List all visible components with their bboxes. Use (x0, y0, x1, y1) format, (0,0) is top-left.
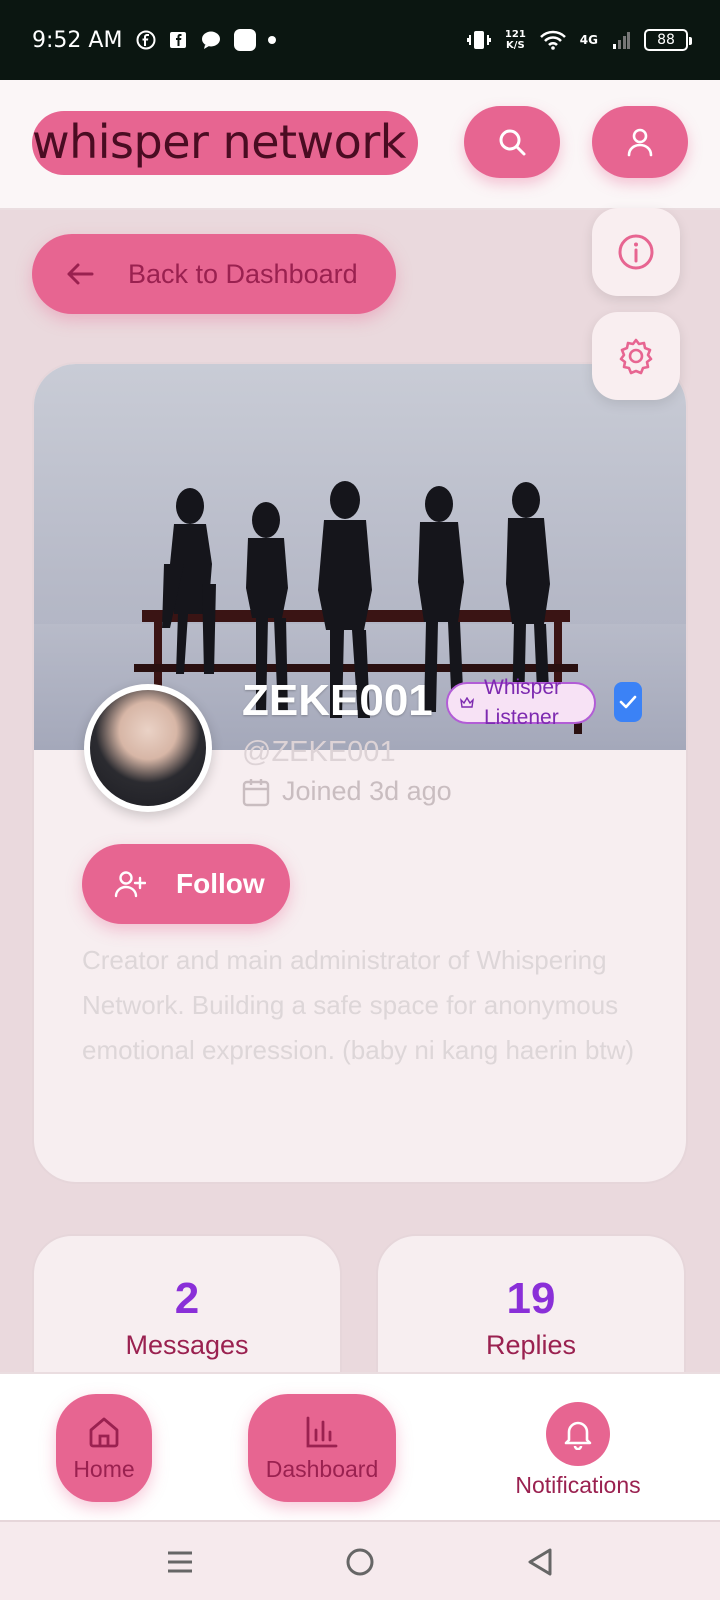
arrow-left-icon (67, 263, 94, 285)
calendar-icon (242, 778, 270, 806)
battery-level: 88 (657, 32, 675, 48)
circle-home-icon (346, 1548, 374, 1576)
nav-dashboard-label: Dashboard (265, 1455, 379, 1482)
nav-dashboard[interactable]: Dashboard (248, 1394, 396, 1502)
home-system-button[interactable] (340, 1542, 380, 1582)
bar-chart-icon (306, 1416, 338, 1447)
gear-icon (619, 338, 653, 375)
stat-messages-label: Messages (125, 1330, 249, 1360)
nav-home[interactable]: Home (56, 1394, 152, 1502)
user-icon (627, 128, 653, 157)
stat-replies-label: Replies (485, 1330, 577, 1360)
status-time: 9:52 AM (32, 27, 123, 53)
back-to-dashboard-button[interactable]: Back to Dashboard (32, 234, 396, 314)
profile-bio: Creator and main administrator of Whispe… (82, 945, 635, 1065)
more-dot-icon (268, 36, 277, 44)
role-badge-label: Whisper Listener (484, 676, 562, 729)
wifi-icon (539, 30, 566, 50)
profile-card: ZEKE001 Whisper Listener @ZEKE001 Joined… (32, 362, 688, 1184)
menu-icon (168, 1551, 192, 1573)
crown-icon (460, 697, 474, 708)
avatar-image (90, 690, 206, 806)
info-button[interactable] (592, 208, 680, 296)
facebook-icon (136, 30, 156, 50)
recents-button[interactable] (160, 1542, 200, 1582)
system-navigation (0, 1520, 720, 1600)
battery-indicator: 88 (644, 29, 692, 51)
info-icon (618, 234, 654, 270)
nav-home-label: Home (73, 1455, 135, 1482)
vibrate-icon (466, 31, 491, 49)
back-button-label: Back to Dashboard (128, 258, 358, 289)
user-plus-icon (114, 871, 146, 898)
settings-button[interactable] (592, 312, 680, 400)
search-icon (499, 129, 526, 156)
stat-messages-value: 2 (174, 1274, 200, 1323)
brand-logo[interactable]: whisper network (32, 111, 418, 175)
follow-button[interactable]: Follow (82, 844, 290, 924)
bell-icon (564, 1421, 592, 1450)
avatar[interactable] (84, 684, 212, 812)
joined-text: Joined 3d ago (282, 776, 452, 806)
check-icon (619, 695, 637, 709)
speed-value: 121 (504, 29, 526, 40)
status-right: 121 K/S 4G 88 (466, 29, 692, 51)
profile-username: ZEKE001 (242, 676, 433, 725)
notification-icons (136, 29, 277, 51)
app-header: whisper network (0, 80, 720, 210)
network-speed: 121 K/S (505, 29, 526, 51)
nav-notifications-label: Notifications (515, 1471, 641, 1498)
profile-handle: @ZEKE001 (242, 736, 396, 768)
back-system-button[interactable] (520, 1542, 560, 1582)
follow-button-label: Follow (176, 868, 265, 899)
speed-unit: K/S (506, 40, 525, 51)
search-button[interactable] (464, 106, 560, 178)
signal-icon (613, 32, 630, 49)
home-icon (89, 1417, 119, 1447)
triangle-back-icon (528, 1548, 552, 1576)
app-square-icon (234, 29, 257, 51)
bell-circle (546, 1401, 610, 1466)
joined-date: Joined 3d ago (242, 776, 452, 807)
stat-replies-value: 19 (506, 1274, 556, 1323)
nav-notifications[interactable]: Notifications (500, 1398, 656, 1502)
network-type: 4G (579, 33, 598, 47)
verified-badge (614, 682, 642, 722)
messenger-icon (202, 31, 221, 49)
facebook-square-icon (170, 32, 187, 48)
status-bar: 9:52 AM 121 K/S 4G 88 (0, 0, 720, 80)
profile-button[interactable] (592, 106, 688, 178)
bottom-navigation: Home Dashboard Notifications (0, 1372, 720, 1520)
role-badge: Whisper Listener (446, 676, 596, 729)
